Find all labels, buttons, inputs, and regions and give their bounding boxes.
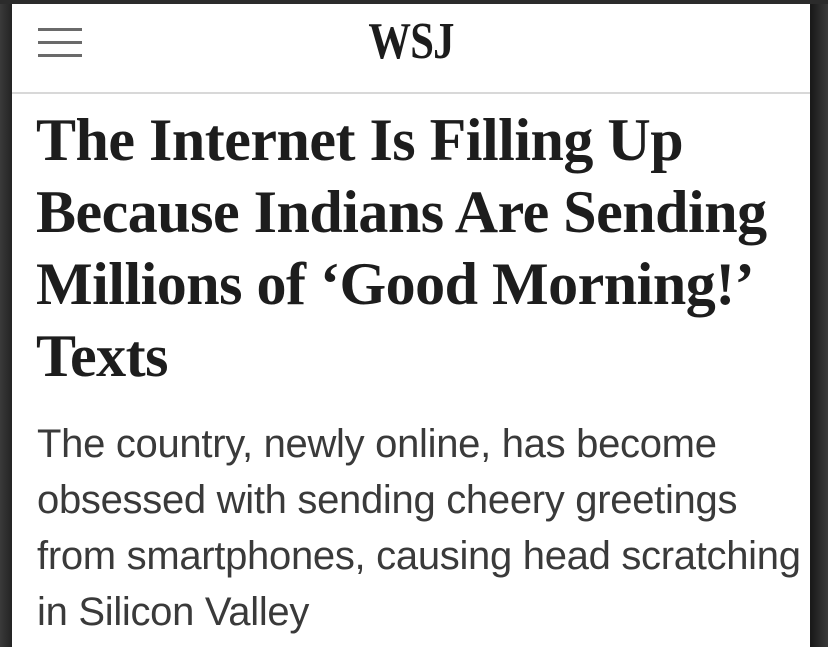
site-header: WSJ (12, 4, 810, 94)
menu-bar (38, 41, 82, 44)
article-page: WSJ The Internet Is Filling Up Because I… (12, 4, 810, 647)
article-headline: The Internet Is Filling Up Because India… (36, 107, 767, 389)
menu-bar (38, 28, 82, 31)
wsj-logo[interactable]: WSJ (84, 12, 738, 71)
hamburger-menu-icon[interactable] (38, 24, 82, 62)
menu-bar (38, 54, 82, 57)
article-summary: The country, newly online, has become ob… (37, 422, 801, 634)
